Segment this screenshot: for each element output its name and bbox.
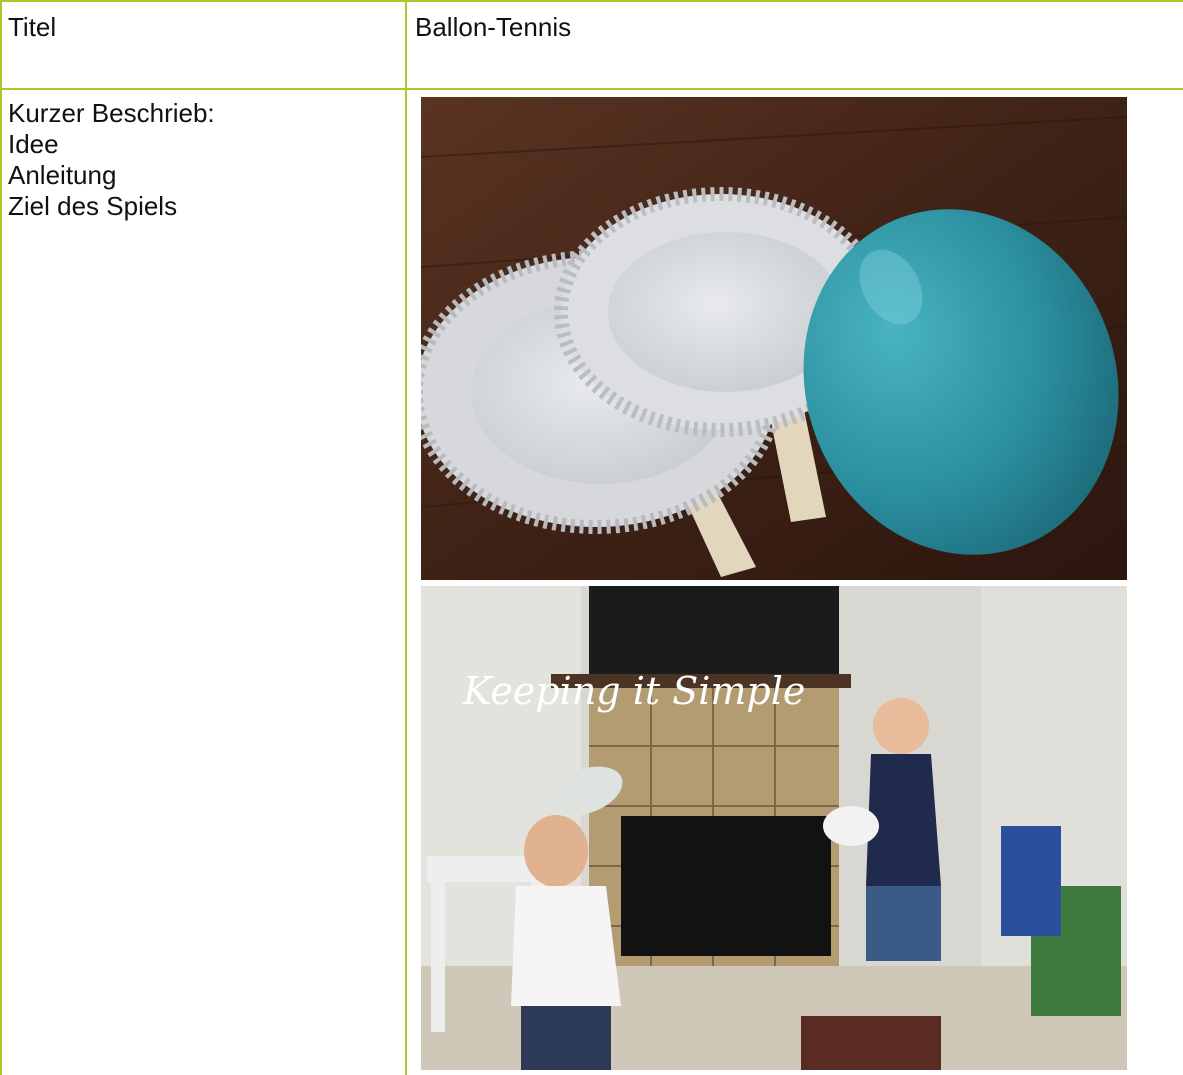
paper-plate-paddles-balloon-photo-icon — [421, 97, 1127, 580]
description-label-line: Idee — [8, 129, 59, 159]
description-label-line: Ziel des Spiels — [8, 191, 178, 221]
table-border-middle — [405, 0, 407, 1075]
table-border-top — [0, 0, 1183, 2]
paper-plate-paddles-balloon-photo — [421, 97, 1127, 580]
description-label-line: Kurzer Beschrieb: — [8, 98, 215, 128]
title-value-text: Ballon-Tennis — [415, 12, 572, 42]
kids-playing-balloon-tennis-photo: Keeping it Simple — [421, 586, 1127, 1070]
kids-playing-balloon-tennis-photo-icon: Keeping it Simple — [421, 586, 1127, 1070]
table-border-row-separator — [0, 88, 1183, 90]
table-border-left — [0, 0, 2, 1075]
title-label-text: Titel — [8, 12, 57, 42]
title-value: Ballon-Tennis — [415, 12, 571, 43]
watermark-text: Keeping it Simple — [462, 669, 805, 713]
description-label-line: Anleitung — [8, 160, 117, 190]
description-label: Kurzer Beschrieb: Idee Anleitung Ziel de… — [8, 98, 215, 222]
title-label: Titel — [8, 12, 56, 43]
document-table: Titel Ballon-Tennis Kurzer Beschrieb: Id… — [0, 0, 1183, 1075]
